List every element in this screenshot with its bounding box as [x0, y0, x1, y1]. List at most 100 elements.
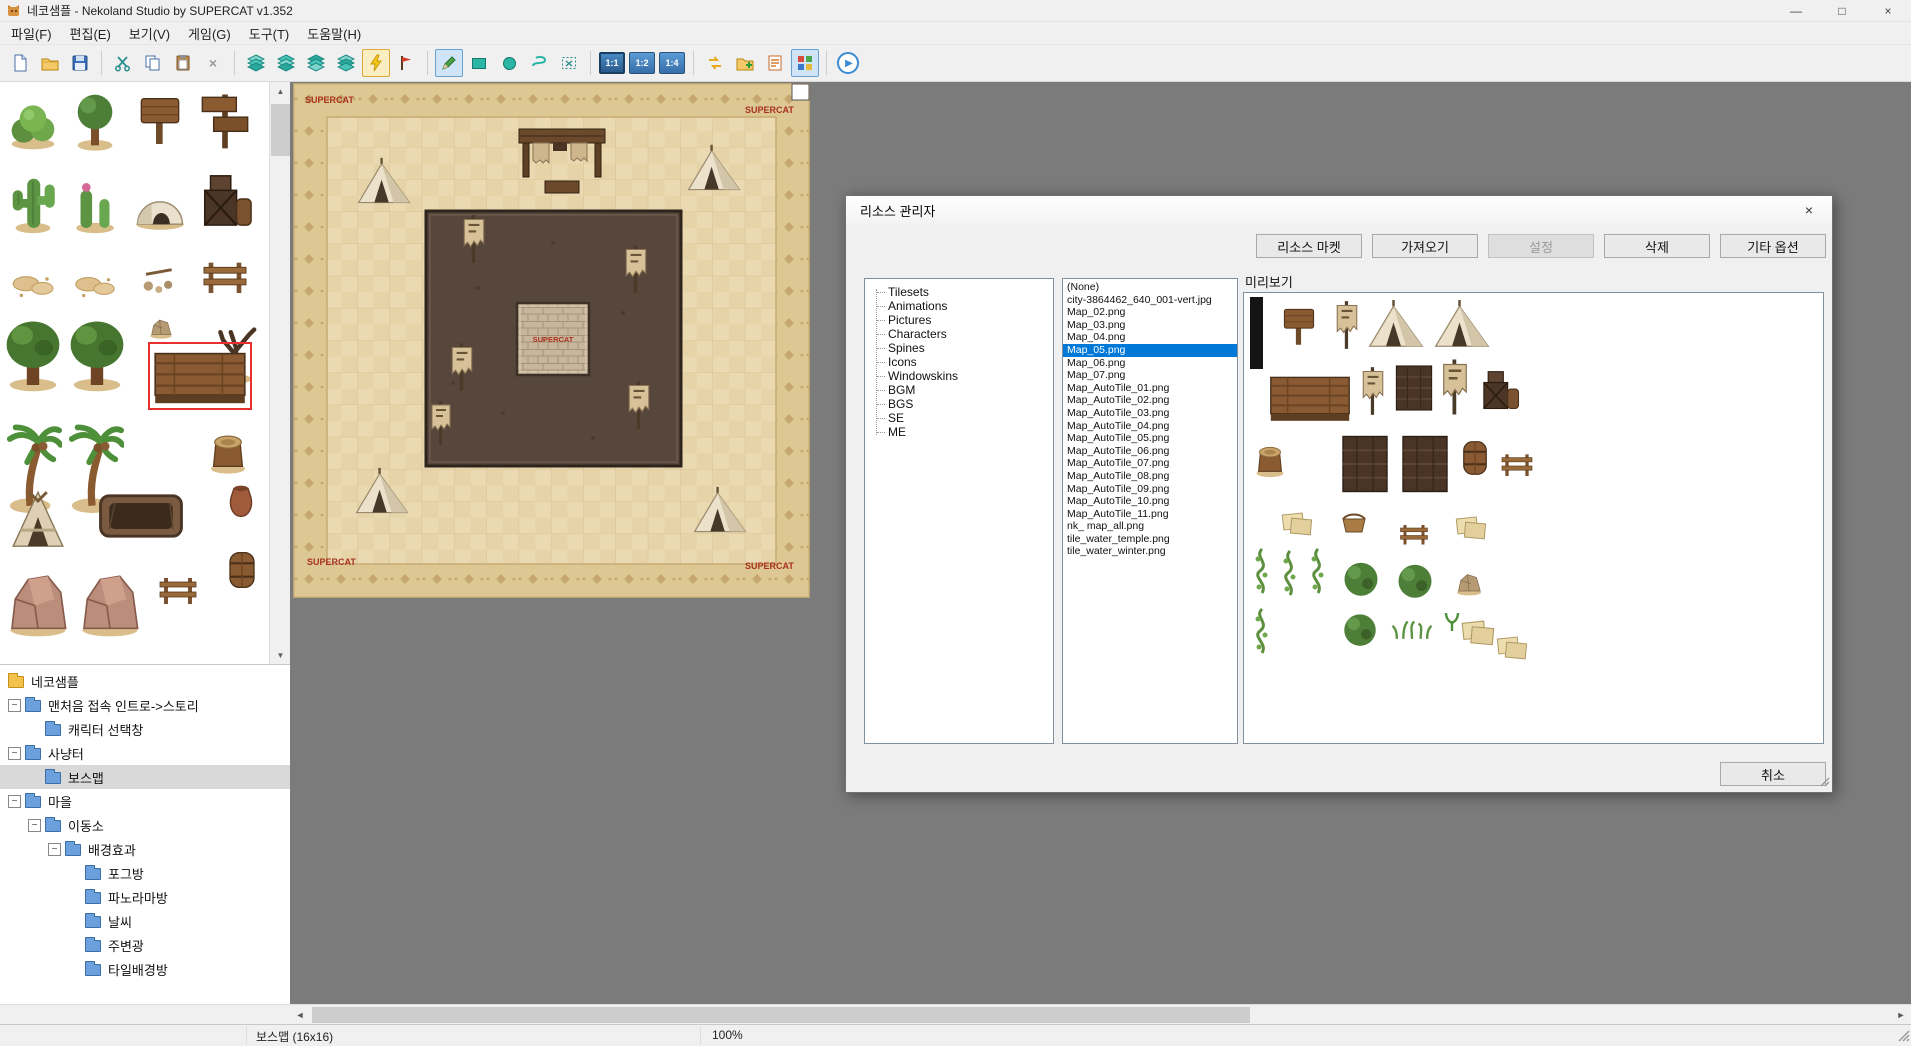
file-item[interactable]: Map_AutoTile_04.png	[1063, 420, 1237, 433]
other-options-button[interactable]: 기타 옵션	[1720, 234, 1826, 258]
category-tilesets[interactable]: Tilesets	[869, 285, 1053, 299]
maximize-button[interactable]: □	[1819, 0, 1865, 21]
file-item[interactable]: tile_water_temple.png	[1063, 533, 1237, 546]
minimize-button[interactable]: —	[1773, 0, 1819, 21]
category-pictures[interactable]: Pictures	[869, 313, 1053, 327]
resource-market-button[interactable]: 리소스 마켓	[1256, 234, 1362, 258]
tree-item[interactable]: −사냥터	[0, 741, 290, 765]
palette-tile-barrel[interactable]	[226, 548, 258, 592]
tree-expander[interactable]: −	[28, 819, 41, 832]
left-panel-hscrollbar[interactable]	[0, 1004, 290, 1024]
menu-item[interactable]: 게임(G)	[179, 21, 240, 46]
file-item[interactable]: tile_water_winter.png	[1063, 545, 1237, 558]
file-item[interactable]: Map_AutoTile_10.png	[1063, 495, 1237, 508]
tree-expander[interactable]: −	[8, 747, 21, 760]
category-me[interactable]: ME	[869, 425, 1053, 439]
category-windowskins[interactable]: Windowskins	[869, 369, 1053, 383]
canvas-hscrollbar[interactable]: ◄ ►	[290, 1004, 1911, 1024]
cut-button[interactable]	[109, 49, 137, 77]
dialog-resize-grip[interactable]	[1818, 775, 1830, 790]
palette-tile-sand-mound-2[interactable]	[66, 246, 124, 300]
resource-manager-button[interactable]	[791, 49, 819, 77]
save-button[interactable]	[66, 49, 94, 77]
tree-expander[interactable]: −	[8, 699, 21, 712]
file-item[interactable]: Map_06.png	[1063, 357, 1237, 370]
scroll-down-button[interactable]: ▼	[270, 646, 290, 665]
scroll-thumb[interactable]	[312, 1007, 1250, 1023]
rect-tool-button[interactable]	[465, 49, 493, 77]
palette-tile-big-rock-2[interactable]	[76, 560, 144, 638]
file-item[interactable]: (None)	[1063, 281, 1237, 294]
dialog-close-button[interactable]: ×	[1794, 199, 1824, 221]
tree-item[interactable]: −맨처음 접속 인트로->스토리	[0, 693, 290, 717]
palette-tile-wood-platform-selected[interactable]	[150, 344, 250, 408]
bgm-loop-button[interactable]	[701, 49, 729, 77]
palette-tile-sand-mound[interactable]	[4, 244, 62, 300]
palette-tile-teepee[interactable]	[4, 482, 72, 552]
layer-3-button[interactable]	[302, 49, 330, 77]
category-icons[interactable]: Icons	[869, 355, 1053, 369]
file-item[interactable]: Map_AutoTile_08.png	[1063, 470, 1237, 483]
category-animations[interactable]: Animations	[869, 299, 1053, 313]
palette-tile-tree[interactable]	[66, 88, 124, 152]
tree-expander[interactable]: −	[8, 795, 21, 808]
palette-scrollbar[interactable]: ▲ ▼	[269, 82, 290, 665]
layer-1-button[interactable]	[242, 49, 270, 77]
palette-tile-crate-stack[interactable]	[196, 160, 254, 238]
zoom-1-4-button[interactable]: 1:4	[659, 52, 685, 74]
delete-button[interactable]: ×	[199, 49, 227, 77]
category-bgs[interactable]: BGS	[869, 397, 1053, 411]
file-item[interactable]: city-3864462_640_001-vert.jpg	[1063, 294, 1237, 307]
new-file-button[interactable]	[6, 49, 34, 77]
layer-2-button[interactable]	[272, 49, 300, 77]
scroll-right-button[interactable]: ►	[1891, 1005, 1911, 1025]
tree-item[interactable]: 파노라마방	[0, 885, 290, 909]
tree-item[interactable]: 캐릭터 선택창	[0, 717, 290, 741]
file-item[interactable]: Map_03.png	[1063, 319, 1237, 332]
select-tool-button[interactable]	[555, 49, 583, 77]
import-button[interactable]: 가져오기	[1372, 234, 1478, 258]
play-game-button[interactable]: ▶	[834, 49, 862, 77]
map-canvas[interactable]: SUPERCAT SUPERCAT SUPERCAT SUPERCAT SUPE…	[293, 83, 810, 598]
palette-tile-sign[interactable]	[132, 88, 188, 152]
dialog-title-bar[interactable]: 리소스 관리자	[846, 196, 1832, 224]
palette-tile-big-tree-2[interactable]	[66, 308, 128, 400]
palette-tile-stump[interactable]	[200, 418, 256, 476]
file-item[interactable]: Map_AutoTile_01.png	[1063, 382, 1237, 395]
cancel-button[interactable]: 취소	[1720, 762, 1826, 786]
menu-item[interactable]: 파일(F)	[2, 21, 61, 46]
tree-item[interactable]: 날씨	[0, 909, 290, 933]
palette-tile-rock-small[interactable]	[134, 308, 188, 340]
tree-item[interactable]: −배경효과	[0, 837, 290, 861]
palette-tile-pot[interactable]	[224, 480, 258, 522]
layer-4-button[interactable]	[332, 49, 360, 77]
copy-button[interactable]	[139, 49, 167, 77]
import-folder-button[interactable]	[731, 49, 759, 77]
scroll-thumb[interactable]	[271, 104, 290, 156]
open-folder-button[interactable]	[36, 49, 64, 77]
category-bgm[interactable]: BGM	[869, 383, 1053, 397]
file-item[interactable]: Map_AutoTile_09.png	[1063, 483, 1237, 496]
file-item[interactable]: Map_02.png	[1063, 306, 1237, 319]
tileset-palette[interactable]: ▲ ▼	[0, 82, 290, 665]
palette-tile-pebbles[interactable]	[132, 244, 188, 300]
run-flag-button[interactable]	[392, 49, 420, 77]
tree-item[interactable]: 네코샘플	[0, 669, 290, 693]
scroll-left-button[interactable]: ◄	[290, 1005, 310, 1025]
palette-tile-cactus[interactable]	[4, 160, 62, 238]
category-spines[interactable]: Spines	[869, 341, 1053, 355]
tree-expander[interactable]: −	[48, 843, 61, 856]
zoom-1-1-button[interactable]: 1:1	[599, 52, 625, 74]
file-item[interactable]: Map_AutoTile_02.png	[1063, 394, 1237, 407]
event-layer-button[interactable]	[362, 49, 390, 77]
palette-tile-dirt-pit[interactable]	[82, 490, 200, 542]
palette-tile-sign-double[interactable]	[196, 86, 254, 154]
lasso-tool-button[interactable]	[525, 49, 553, 77]
script-note-button[interactable]	[761, 49, 789, 77]
file-item[interactable]: Map_04.png	[1063, 331, 1237, 344]
palette-tile-bush[interactable]	[4, 88, 62, 152]
scroll-up-button[interactable]: ▲	[270, 82, 290, 101]
delete-resource-button[interactable]: 삭제	[1604, 234, 1710, 258]
palette-tile-cactus-flower[interactable]	[66, 160, 124, 238]
map-corner-marker[interactable]	[792, 84, 809, 100]
